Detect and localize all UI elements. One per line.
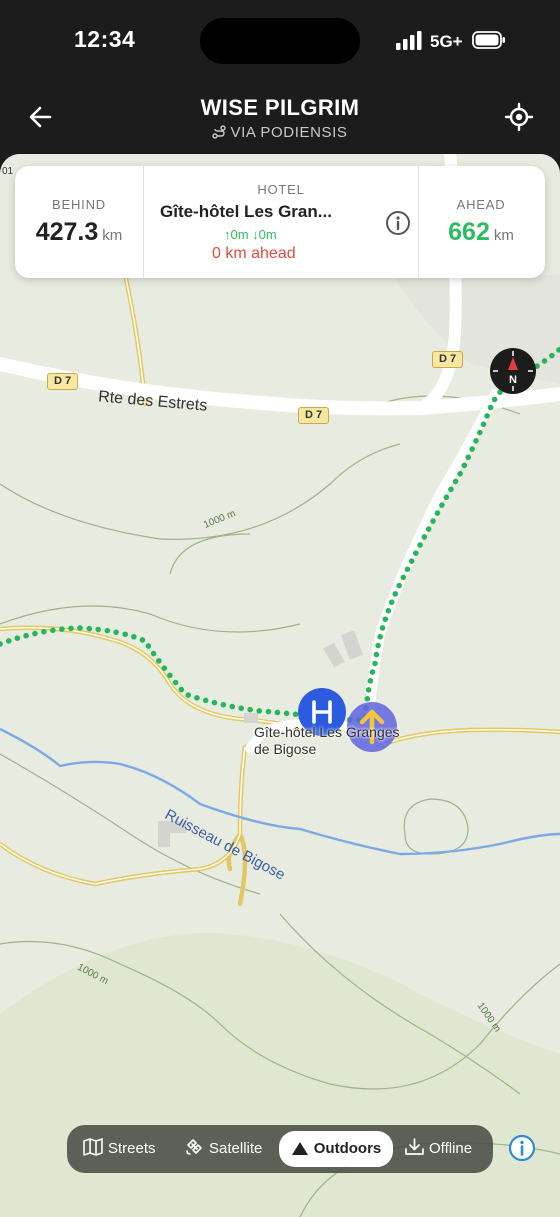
crosshair-icon[interactable] — [504, 102, 534, 132]
app-header: WISE PILGRIM VIA PODIENSIS — [0, 84, 560, 156]
place-name-label: Gîte-hôtel Les Granges de Bigose — [254, 724, 400, 757]
map-view[interactable]: N D 7 D 7 D 7 Rte des Estrets Ruisseau d… — [0, 154, 560, 1217]
behind-label: BEHIND — [52, 197, 106, 212]
road-shield: D 7 — [298, 407, 330, 424]
app-title: WISE PILGRIM — [200, 95, 360, 120]
compass-icon[interactable]: N — [490, 348, 536, 394]
map-canvas: N — [0, 154, 560, 1217]
status-time: 12:34 — [74, 26, 136, 52]
ahead-value: 662 — [448, 218, 490, 246]
progress-card: BEHIND 427.3 km HOTEL Gîte-hôtel Les Gran… — [15, 166, 545, 278]
road-shield: D 7 — [432, 351, 464, 368]
status-bar: 12:34 5G+ — [0, 0, 560, 84]
mountain-icon — [291, 1142, 308, 1155]
hotel-distance: 0 km ahead — [212, 245, 296, 262]
map-info-icon[interactable] — [508, 1134, 536, 1162]
hotel-elevation: ↑0m ↓0m — [224, 227, 277, 242]
road-shield: D 7 — [47, 373, 79, 390]
satellite-icon — [186, 1139, 202, 1155]
dynamic-island — [200, 18, 360, 64]
behind-section: BEHIND 427.3 km — [15, 166, 143, 278]
info-icon[interactable] — [385, 210, 411, 236]
ahead-section: AHEAD 662 km — [417, 166, 545, 278]
route-name: VIA PODIENSIS — [230, 124, 348, 141]
hotel-name: Gîte-hôtel Les Gran... — [160, 202, 332, 221]
behind-value: 427.3 — [35, 218, 99, 246]
route-icon — [212, 125, 227, 139]
layer-offline-button[interactable]: Offline — [405, 1131, 472, 1167]
hotel-label: HOTEL — [257, 182, 305, 197]
ahead-label: AHEAD — [456, 197, 506, 212]
network-type: 5G+ — [430, 32, 463, 51]
edge-label: 01 — [2, 166, 14, 177]
layer-outdoors-button[interactable]: Outdoors — [279, 1131, 393, 1167]
download-icon — [405, 1138, 424, 1155]
ahead-unit: km — [493, 227, 514, 244]
map-layer-selector: Streets Satellite Outdoors Offline — [67, 1125, 493, 1173]
map-icon — [83, 1138, 103, 1156]
hotel-section[interactable]: HOTEL Gîte-hôtel Les Gran... ↑0m ↓0m 0 k… — [143, 166, 419, 278]
battery-icon — [472, 31, 505, 49]
layer-streets-button[interactable]: Streets — [83, 1131, 156, 1167]
behind-unit: km — [102, 227, 123, 244]
svg-text:N: N — [509, 374, 517, 386]
route-subtitle: VIA PODIENSIS — [0, 124, 560, 141]
layer-satellite-button[interactable]: Satellite — [185, 1131, 262, 1167]
signal-icon — [396, 31, 422, 50]
